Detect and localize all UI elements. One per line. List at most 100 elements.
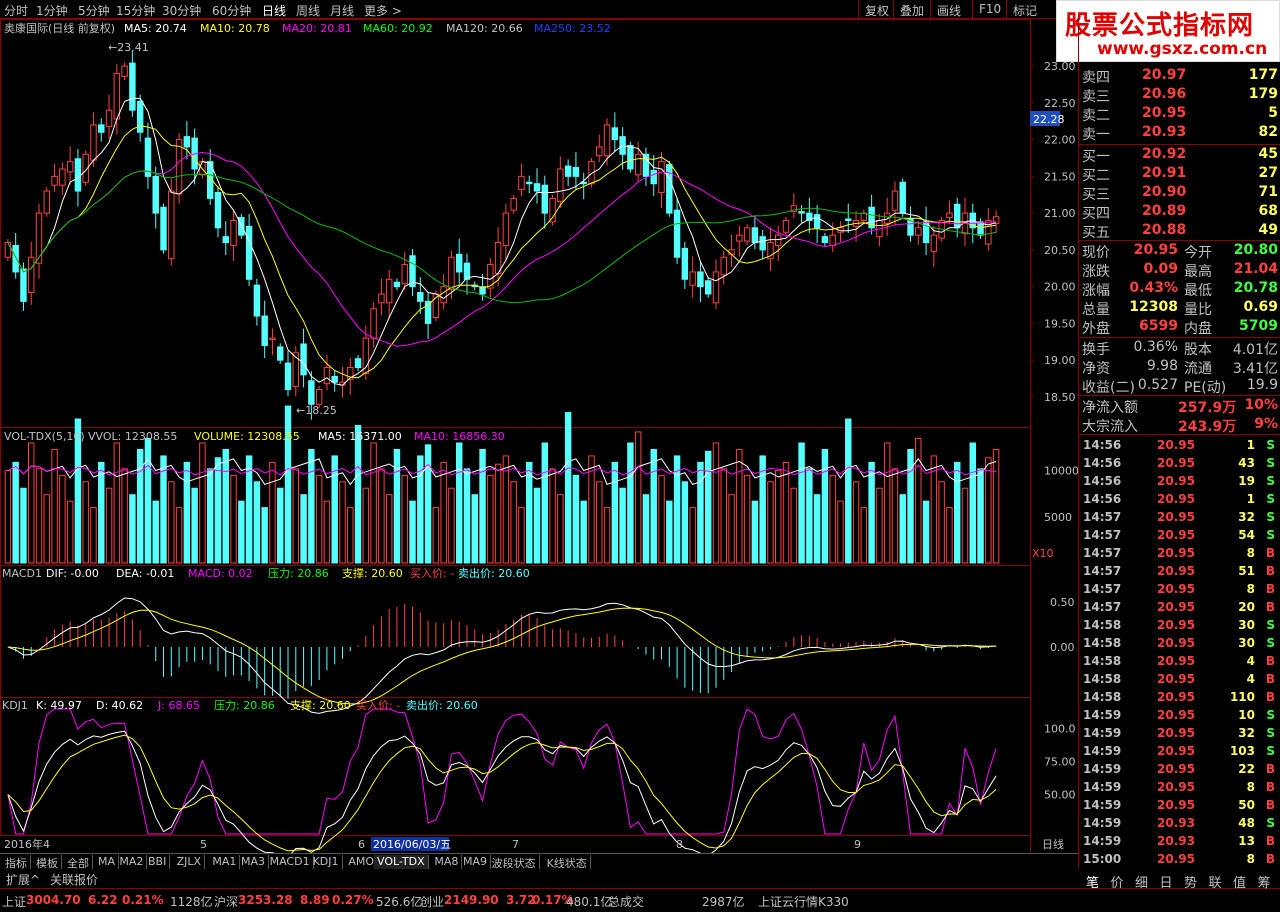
candle — [502, 203, 510, 261]
side-tab-0[interactable]: 笔 — [1086, 872, 1099, 891]
volume-bar — [526, 461, 533, 564]
volume-bar — [12, 461, 19, 564]
toolbar-button-1[interactable]: 叠加 — [893, 0, 930, 19]
buy-level-0[interactable]: 买一 20.92 45 — [1082, 146, 1278, 165]
period-tab-6[interactable]: 日线 — [262, 2, 286, 19]
toolbar-button-4[interactable]: 标记 — [1006, 0, 1043, 19]
side-tab-1[interactable]: 价 — [1111, 872, 1124, 891]
period-tab-1[interactable]: 1分钟 — [36, 2, 68, 19]
indicator-tab-8[interactable]: MA3 — [238, 855, 270, 870]
indicator-tab-15[interactable]: 波段状态 — [489, 855, 540, 870]
candle — [144, 122, 152, 189]
indicator-tab-10[interactable]: KDJ1 — [310, 855, 343, 870]
cursor-date: 2016/06/03/五 — [373, 838, 451, 851]
status-item-0: 上证 — [2, 895, 27, 909]
period-tab-0[interactable]: 分时 — [4, 2, 28, 19]
candle — [354, 355, 362, 372]
side-tab-7[interactable]: 筹 — [1258, 872, 1271, 891]
indicator-tab-9[interactable]: MACD1 — [267, 855, 314, 870]
volume-bar — [634, 431, 642, 564]
quote-info-row: 现价 20.95 今开 20.80 — [1082, 242, 1278, 261]
volume-bar — [564, 412, 572, 564]
legend-main-ma20: MA20: 20.81 — [282, 22, 352, 35]
volume-bar — [603, 507, 611, 564]
kline-chart[interactable]: 23.00 22.50 22.00 21.50 21.00 20.50 20.00 19.50… — [0, 19, 1078, 853]
side-tab-6[interactable]: 值 — [1233, 872, 1246, 891]
candle — [782, 216, 790, 236]
period-tab-9[interactable]: 更多 > — [364, 2, 402, 19]
volume-bar — [315, 474, 323, 564]
volume-bar — [666, 500, 673, 564]
buy-level-3[interactable]: 买四 20.89 68 — [1082, 203, 1278, 222]
tick-row: 14:59 20.95 10 S — [1083, 708, 1275, 722]
high-label: ←23.41 — [108, 41, 149, 54]
candle — [775, 225, 782, 261]
toolbar-button-0[interactable]: 复权 — [858, 0, 895, 19]
indicator-tab-0[interactable]: 指标 — [2, 855, 31, 870]
quote-info-row: 涨跌 0.09 最高 21.04 — [1082, 261, 1278, 280]
volume-bar — [144, 437, 152, 564]
date-label: 9 — [854, 838, 861, 851]
period-tab-3[interactable]: 15分钟 — [116, 2, 155, 19]
candle — [35, 203, 43, 279]
period-tab-7[interactable]: 周线 — [296, 2, 320, 19]
side-tab-4[interactable]: 势 — [1184, 872, 1197, 891]
period-tab-5[interactable]: 60分钟 — [212, 2, 251, 19]
buy-level-2[interactable]: 买三 20.90 71 — [1082, 184, 1278, 203]
buy-level-4[interactable]: 买五 20.88 49 — [1082, 222, 1278, 241]
status-item-17: 上证云行情K330 — [758, 895, 849, 909]
price-tick: 19.50 — [1044, 317, 1076, 330]
indicator-tab-2[interactable]: 全部 — [64, 855, 93, 870]
price-tick: 18.50 — [1044, 391, 1076, 404]
volume-bar — [938, 481, 945, 564]
candle — [642, 147, 650, 186]
indicator-tab-12[interactable]: VOL-TDX — [374, 855, 429, 870]
indicator-tab-5[interactable]: BBI — [145, 855, 171, 870]
indicator-tab-13[interactable]: MA8 — [431, 855, 463, 870]
ext-tab-1[interactable]: 关联报价 — [46, 871, 102, 888]
sell-level-2[interactable]: 卖二 20.95 5 — [1082, 105, 1278, 124]
volume-bar — [98, 461, 105, 564]
candle — [821, 232, 829, 247]
volume-bar — [175, 507, 183, 564]
toolbar-button-3[interactable]: F10 — [972, 0, 1007, 19]
indicator-tab-7[interactable]: MA1 — [209, 855, 241, 870]
indicator-tab-1[interactable]: 模板 — [33, 855, 62, 870]
sell-level-0[interactable]: 卖四 20.97 177 — [1082, 67, 1278, 86]
candle — [946, 200, 953, 225]
volume-bar — [697, 461, 704, 564]
tick-row: 14:59 20.95 22 B — [1083, 762, 1275, 776]
volume-bar — [510, 481, 517, 564]
side-tab-3[interactable]: 日 — [1160, 872, 1173, 891]
candle — [463, 253, 471, 295]
buy-level-1[interactable]: 买二 20.91 27 — [1082, 165, 1278, 184]
ext-tab-0[interactable]: 扩展^ — [2, 871, 44, 888]
indicator-tab-14[interactable]: MA9 — [460, 855, 492, 870]
volume-bar — [829, 474, 836, 564]
sell-level-1[interactable]: 卖三 20.96 179 — [1082, 86, 1278, 105]
tick-row: 14:57 20.95 51 B — [1083, 564, 1275, 578]
period-tab-2[interactable]: 5分钟 — [78, 2, 110, 19]
vol-legend-2: VOLUME: 12308.55 — [194, 430, 300, 443]
candle — [12, 232, 19, 279]
candle — [977, 218, 984, 239]
period-tab-8[interactable]: 月线 — [330, 2, 354, 19]
indicator-tab-16[interactable]: K线状态 — [544, 855, 591, 870]
volume-bar — [627, 442, 634, 564]
volume-bar — [277, 487, 284, 564]
toolbar-button-2[interactable]: 画线 — [930, 0, 967, 19]
kdj-legend-4: 压力: 20.86 — [214, 699, 275, 712]
quote-panel: 卖四 20.97 177 卖三 20.96 179 卖二 20.95 5 卖一 20.93 82 买一 2… — [1078, 19, 1280, 869]
indicator-tab-6[interactable]: ZJLX — [174, 855, 206, 870]
side-tab-5[interactable]: 联 — [1209, 872, 1222, 891]
sell-level-3[interactable]: 卖一 20.93 82 — [1082, 124, 1278, 143]
volume-bar — [541, 442, 549, 564]
side-tab-2[interactable]: 细 — [1135, 872, 1148, 891]
period-tab-4[interactable]: 30分钟 — [162, 2, 201, 19]
volume-bar — [946, 507, 953, 564]
tick-row: 14:56 20.95 43 S — [1083, 456, 1275, 470]
indicator-tab-4[interactable]: MA2 — [116, 855, 148, 870]
tick-row: 14:56 20.95 19 S — [1083, 474, 1275, 488]
candle — [557, 156, 564, 208]
candle — [891, 181, 899, 226]
